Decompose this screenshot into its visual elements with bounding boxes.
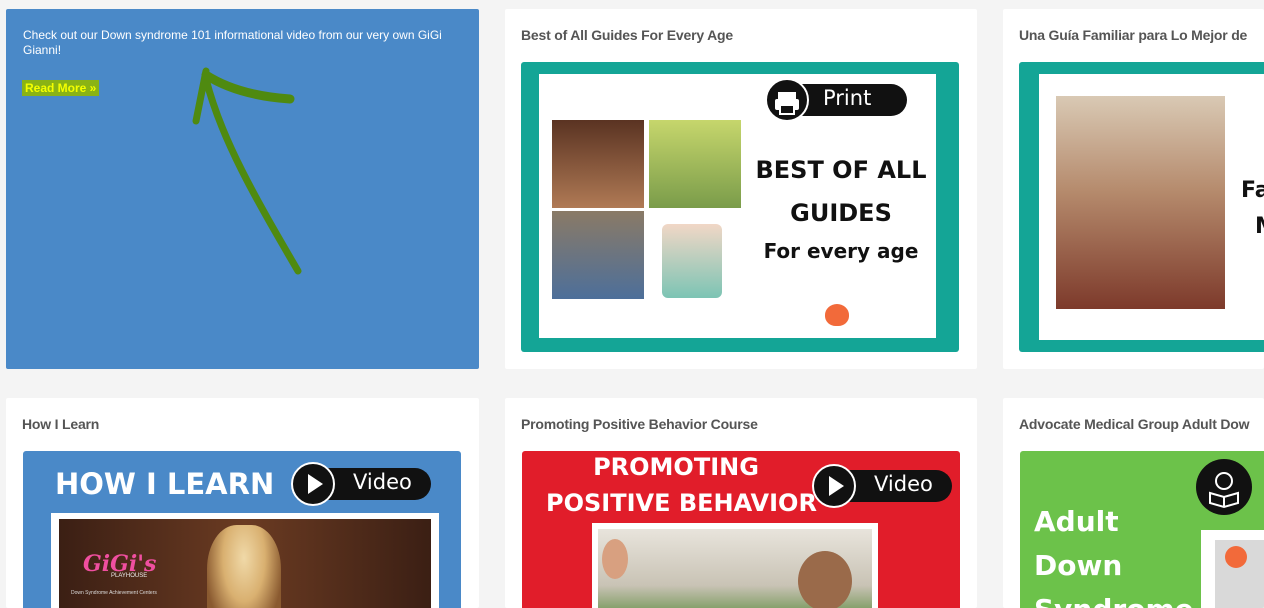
guide-card-promoting-behavior[interactable]: Promoting Positive Behavior Course PROMO…: [505, 398, 977, 608]
play-icon: [291, 462, 335, 506]
print-badge: Print: [765, 78, 907, 122]
card-title[interactable]: Best of All Guides For Every Age: [521, 27, 733, 43]
print-label: Print: [823, 86, 872, 110]
guide-card-advocate-medical[interactable]: Advocate Medical Group Adult Dow Adult D…: [1003, 398, 1264, 608]
thumb-partial-text: Fa: [1241, 178, 1264, 203]
printer-icon: [765, 78, 809, 122]
child-photo: [552, 120, 644, 208]
promo-card: Check out our Down syndrome 101 informat…: [6, 9, 479, 369]
card-thumbnail[interactable]: HOW I LEARN Video GiGi's PLAYHOUSE Down …: [23, 451, 461, 608]
play-icon: [812, 464, 856, 508]
video-badge: Video: [291, 462, 431, 506]
read-more-link[interactable]: Read More »: [22, 80, 100, 96]
card-title[interactable]: Advocate Medical Group Adult Dow: [1019, 416, 1250, 432]
thumb-line3: Syndrome: [1034, 593, 1194, 608]
card-title[interactable]: Promoting Positive Behavior Course: [521, 416, 758, 432]
video-label: Video: [353, 470, 412, 494]
guide-card-best-of-all[interactable]: Best of All Guides For Every Age Print B…: [505, 9, 977, 369]
gigis-logo-caption: Down Syndrome Achievement Centers: [71, 590, 157, 596]
gigis-logo-sub: PLAYHOUSE: [111, 573, 148, 579]
gigi-heart-logo: [1225, 546, 1247, 568]
video-frame: [592, 523, 878, 608]
arrow-annotation: [192, 67, 302, 275]
adult-photo: [552, 211, 644, 299]
thumb-line1: BEST OF ALL: [755, 156, 927, 184]
card-thumbnail[interactable]: Fa M: [1019, 62, 1264, 352]
card-thumbnail[interactable]: PROMOTING POSITIVE BEHAVIOR Video: [522, 451, 960, 608]
guide-card-una-guia[interactable]: Una Guía Familiar para Lo Mejor de Fa M: [1003, 9, 1264, 369]
guide-card-how-i-learn[interactable]: How I Learn HOW I LEARN Video GiGi's PLA…: [6, 398, 479, 608]
card-title[interactable]: Una Guía Familiar para Lo Mejor de: [1019, 27, 1247, 43]
thumb-line3: For every age: [763, 239, 919, 263]
book-lightbulb-icon: [1196, 459, 1252, 515]
presenter-photo: [207, 525, 281, 608]
classroom-photo: [598, 529, 872, 608]
baby-photo: [662, 224, 722, 298]
thumb-line2: GUIDES: [790, 199, 892, 227]
thumb-photo-frame: [1201, 530, 1264, 608]
thumb-partial-text: M: [1255, 214, 1264, 239]
video-frame: GiGi's PLAYHOUSE Down Syndrome Achieveme…: [51, 513, 439, 608]
video-badge: Video: [812, 464, 952, 508]
thumb-line1: PROMOTING: [593, 453, 759, 481]
video-label: Video: [874, 472, 933, 496]
woman-photo: [1056, 96, 1225, 309]
thumb-line2: Down: [1034, 549, 1123, 582]
child-photo: [649, 120, 741, 208]
card-thumbnail[interactable]: Print BEST OF ALL GUIDES For every age: [521, 62, 959, 352]
thumb-heading: HOW I LEARN: [55, 467, 275, 501]
thumb-line2: POSITIVE BEHAVIOR: [546, 489, 817, 517]
promo-text: Check out our Down syndrome 101 informat…: [23, 28, 442, 57]
card-title[interactable]: How I Learn: [22, 416, 99, 432]
thumb-line1: Adult: [1034, 505, 1119, 538]
gigi-heart-logo: [825, 304, 849, 326]
card-thumbnail[interactable]: Adult Down Syndrome: [1020, 451, 1264, 608]
